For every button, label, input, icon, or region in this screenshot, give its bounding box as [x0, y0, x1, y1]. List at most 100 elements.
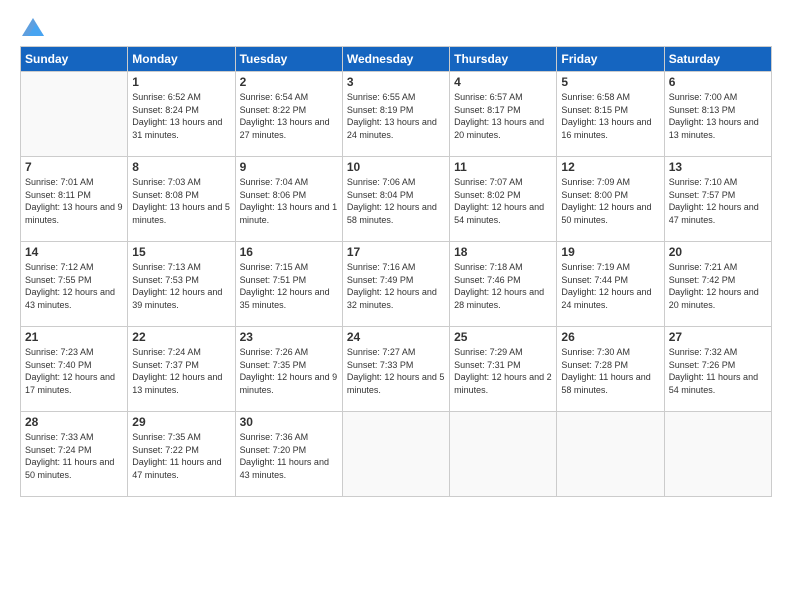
- day-number: 5: [561, 75, 659, 89]
- day-info: Sunrise: 7:03 AMSunset: 8:08 PMDaylight:…: [132, 176, 230, 226]
- day-info: Sunrise: 7:30 AMSunset: 7:28 PMDaylight:…: [561, 346, 659, 396]
- calendar-cell: 23Sunrise: 7:26 AMSunset: 7:35 PMDayligh…: [235, 327, 342, 412]
- day-info: Sunrise: 7:04 AMSunset: 8:06 PMDaylight:…: [240, 176, 338, 226]
- calendar-cell: 19 Sunrise: 7:19 AMSunset: 7:44 PMDayligh…: [557, 242, 664, 327]
- day-number: 17: [347, 245, 445, 259]
- day-info: Sunrise: 7:12 AMSunset: 7:55 PMDaylight:…: [25, 261, 123, 311]
- day-info: Sunrise: 7:35 AMSunset: 7:22 PMDaylight:…: [132, 431, 230, 481]
- calendar-cell: 18 Sunrise: 7:18 AMSunset: 7:46 PMDayligh…: [450, 242, 557, 327]
- day-number: 29: [132, 415, 230, 429]
- calendar-week-row: 14 Sunrise: 7:12 AMSunset: 7:55 PMDayligh…: [21, 242, 772, 327]
- calendar-cell: 13 Sunrise: 7:10 AMSunset: 7:57 PMDayligh…: [664, 157, 771, 242]
- day-number: 6: [669, 75, 767, 89]
- calendar-cell: [21, 72, 128, 157]
- calendar-cell: 28Sunrise: 7:33 AMSunset: 7:24 PMDayligh…: [21, 412, 128, 497]
- calendar-cell: 14 Sunrise: 7:12 AMSunset: 7:55 PMDayligh…: [21, 242, 128, 327]
- day-number: 8: [132, 160, 230, 174]
- header: [20, 18, 772, 36]
- day-number: 21: [25, 330, 123, 344]
- day-info: Sunrise: 7:26 AMSunset: 7:35 PMDaylight:…: [240, 346, 338, 396]
- day-info: Sunrise: 6:57 AMSunset: 8:17 PMDaylight:…: [454, 91, 552, 141]
- calendar-cell: [557, 412, 664, 497]
- day-number: 2: [240, 75, 338, 89]
- page: SundayMondayTuesdayWednesdayThursdayFrid…: [0, 0, 792, 612]
- calendar: SundayMondayTuesdayWednesdayThursdayFrid…: [20, 46, 772, 497]
- day-info: Sunrise: 7:19 AMSunset: 7:44 PMDaylight:…: [561, 261, 659, 311]
- calendar-cell: 9 Sunrise: 7:04 AMSunset: 8:06 PMDaylight…: [235, 157, 342, 242]
- calendar-week-row: 21 Sunrise: 7:23 AMSunset: 7:40 PMDayligh…: [21, 327, 772, 412]
- day-number: 24: [347, 330, 445, 344]
- calendar-cell: 7 Sunrise: 7:01 AMSunset: 8:11 PMDaylight…: [21, 157, 128, 242]
- calendar-header-row: SundayMondayTuesdayWednesdayThursdayFrid…: [21, 47, 772, 72]
- calendar-cell: 24 Sunrise: 7:27 AMSunset: 7:33 PMDayligh…: [342, 327, 449, 412]
- calendar-cell: 11 Sunrise: 7:07 AMSunset: 8:02 PMDayligh…: [450, 157, 557, 242]
- day-number: 4: [454, 75, 552, 89]
- day-info: Sunrise: 7:21 AMSunset: 7:42 PMDaylight:…: [669, 261, 767, 311]
- day-info: Sunrise: 7:24 AMSunset: 7:37 PMDaylight:…: [132, 346, 230, 396]
- calendar-cell: 3Sunrise: 6:55 AMSunset: 8:19 PMDaylight…: [342, 72, 449, 157]
- day-number: 7: [25, 160, 123, 174]
- day-info: Sunrise: 7:29 AMSunset: 7:31 PMDaylight:…: [454, 346, 552, 396]
- day-number: 1: [132, 75, 230, 89]
- day-number: 14: [25, 245, 123, 259]
- day-number: 18: [454, 245, 552, 259]
- calendar-header-saturday: Saturday: [664, 47, 771, 72]
- day-number: 11: [454, 160, 552, 174]
- day-info: Sunrise: 6:52 AMSunset: 8:24 PMDaylight:…: [132, 91, 230, 141]
- calendar-cell: 8 Sunrise: 7:03 AMSunset: 8:08 PMDaylight…: [128, 157, 235, 242]
- day-info: Sunrise: 7:23 AMSunset: 7:40 PMDaylight:…: [25, 346, 123, 396]
- calendar-week-row: 28Sunrise: 7:33 AMSunset: 7:24 PMDayligh…: [21, 412, 772, 497]
- calendar-cell: 17Sunrise: 7:16 AMSunset: 7:49 PMDayligh…: [342, 242, 449, 327]
- day-number: 12: [561, 160, 659, 174]
- calendar-cell: 1 Sunrise: 6:52 AMSunset: 8:24 PMDaylight…: [128, 72, 235, 157]
- day-info: Sunrise: 7:13 AMSunset: 7:53 PMDaylight:…: [132, 261, 230, 311]
- day-number: 30: [240, 415, 338, 429]
- calendar-cell: 10 Sunrise: 7:06 AMSunset: 8:04 PMDayligh…: [342, 157, 449, 242]
- calendar-cell: 5 Sunrise: 6:58 AMSunset: 8:15 PMDaylight…: [557, 72, 664, 157]
- calendar-cell: 15 Sunrise: 7:13 AMSunset: 7:53 PMDayligh…: [128, 242, 235, 327]
- day-info: Sunrise: 6:58 AMSunset: 8:15 PMDaylight:…: [561, 91, 659, 141]
- day-info: Sunrise: 7:00 AMSunset: 8:13 PMDaylight:…: [669, 91, 767, 141]
- day-number: 25: [454, 330, 552, 344]
- calendar-cell: 21 Sunrise: 7:23 AMSunset: 7:40 PMDayligh…: [21, 327, 128, 412]
- calendar-header-tuesday: Tuesday: [235, 47, 342, 72]
- calendar-cell: 26 Sunrise: 7:30 AMSunset: 7:28 PMDayligh…: [557, 327, 664, 412]
- day-info: Sunrise: 7:06 AMSunset: 8:04 PMDaylight:…: [347, 176, 445, 226]
- day-info: Sunrise: 7:01 AMSunset: 8:11 PMDaylight:…: [25, 176, 123, 226]
- day-number: 13: [669, 160, 767, 174]
- day-number: 22: [132, 330, 230, 344]
- calendar-week-row: 1 Sunrise: 6:52 AMSunset: 8:24 PMDaylight…: [21, 72, 772, 157]
- calendar-cell: 4 Sunrise: 6:57 AMSunset: 8:17 PMDaylight…: [450, 72, 557, 157]
- day-info: Sunrise: 7:27 AMSunset: 7:33 PMDaylight:…: [347, 346, 445, 396]
- day-info: Sunrise: 7:07 AMSunset: 8:02 PMDaylight:…: [454, 176, 552, 226]
- day-info: Sunrise: 7:18 AMSunset: 7:46 PMDaylight:…: [454, 261, 552, 311]
- calendar-header-thursday: Thursday: [450, 47, 557, 72]
- calendar-cell: 29 Sunrise: 7:35 AMSunset: 7:22 PMDayligh…: [128, 412, 235, 497]
- calendar-cell: 27 Sunrise: 7:32 AMSunset: 7:26 PMDayligh…: [664, 327, 771, 412]
- day-number: 10: [347, 160, 445, 174]
- calendar-header-sunday: Sunday: [21, 47, 128, 72]
- calendar-cell: [342, 412, 449, 497]
- day-number: 3: [347, 75, 445, 89]
- calendar-cell: [450, 412, 557, 497]
- calendar-header-wednesday: Wednesday: [342, 47, 449, 72]
- day-number: 27: [669, 330, 767, 344]
- day-number: 9: [240, 160, 338, 174]
- calendar-cell: 2 Sunrise: 6:54 AMSunset: 8:22 PMDaylight…: [235, 72, 342, 157]
- day-number: 19: [561, 245, 659, 259]
- day-number: 16: [240, 245, 338, 259]
- calendar-cell: 6 Sunrise: 7:00 AMSunset: 8:13 PMDaylight…: [664, 72, 771, 157]
- day-info: Sunrise: 7:15 AMSunset: 7:51 PMDaylight:…: [240, 261, 338, 311]
- day-number: 26: [561, 330, 659, 344]
- day-info: Sunrise: 7:10 AMSunset: 7:57 PMDaylight:…: [669, 176, 767, 226]
- logo-icon: [22, 18, 44, 36]
- day-info: Sunrise: 6:54 AMSunset: 8:22 PMDaylight:…: [240, 91, 338, 141]
- day-info: Sunrise: 7:09 AMSunset: 8:00 PMDaylight:…: [561, 176, 659, 226]
- calendar-cell: 12 Sunrise: 7:09 AMSunset: 8:00 PMDayligh…: [557, 157, 664, 242]
- calendar-cell: 16 Sunrise: 7:15 AMSunset: 7:51 PMDayligh…: [235, 242, 342, 327]
- day-number: 15: [132, 245, 230, 259]
- day-number: 28: [25, 415, 123, 429]
- logo: [20, 18, 44, 36]
- calendar-cell: 25 Sunrise: 7:29 AMSunset: 7:31 PMDayligh…: [450, 327, 557, 412]
- day-info: Sunrise: 7:32 AMSunset: 7:26 PMDaylight:…: [669, 346, 767, 396]
